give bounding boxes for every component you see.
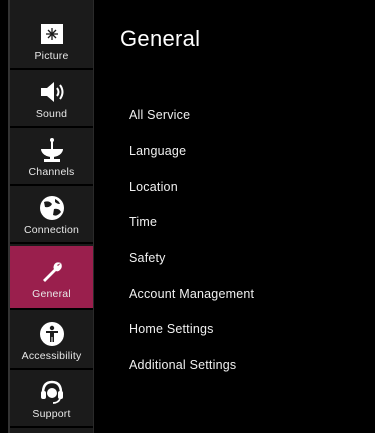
sidebar-item-support[interactable]: Support — [10, 372, 93, 428]
picture-icon — [37, 20, 67, 48]
menu-item-additional-settings[interactable]: Additional Settings — [129, 358, 236, 372]
satellite-dish-icon — [37, 136, 67, 164]
page-title: General — [120, 26, 201, 51]
settings-screen: Picture Sound Channels Connection Genera… — [0, 0, 375, 433]
sidebar-item-label: General — [32, 288, 71, 300]
sidebar-item-connection[interactable]: Connection — [10, 188, 93, 244]
sidebar-item-sound[interactable]: Sound — [10, 72, 93, 128]
sidebar-item-label: Sound — [35, 108, 68, 120]
sidebar-item-label: Channels — [28, 166, 75, 178]
globe-icon — [37, 194, 67, 222]
menu-item-home-settings[interactable]: Home Settings — [129, 322, 214, 336]
sidebar-item-label: Support — [32, 408, 71, 420]
sidebar-item-accessibility[interactable]: Accessibility — [10, 314, 93, 370]
wrench-icon — [37, 258, 67, 286]
menu-item-account-management[interactable]: Account Management — [129, 287, 254, 301]
sidebar-item-picture[interactable]: Picture — [10, 14, 93, 70]
accessibility-icon — [37, 320, 67, 348]
sidebar-item-label: Connection — [23, 224, 80, 236]
sidebar-item-label: Accessibility — [21, 350, 82, 362]
menu-item-safety[interactable]: Safety — [129, 251, 166, 265]
headset-icon — [37, 378, 67, 406]
speaker-icon — [37, 78, 67, 106]
sidebar-item-label: Picture — [34, 50, 69, 62]
menu-item-location[interactable]: Location — [129, 180, 178, 194]
sidebar: Picture Sound Channels Connection Genera… — [8, 0, 94, 433]
menu-item-all-service[interactable]: All Service — [129, 108, 190, 122]
sidebar-item-general[interactable]: General — [10, 246, 93, 310]
menu-item-time[interactable]: Time — [129, 215, 157, 229]
sidebar-item-channels[interactable]: Channels — [10, 130, 93, 186]
menu-item-language[interactable]: Language — [129, 144, 186, 158]
